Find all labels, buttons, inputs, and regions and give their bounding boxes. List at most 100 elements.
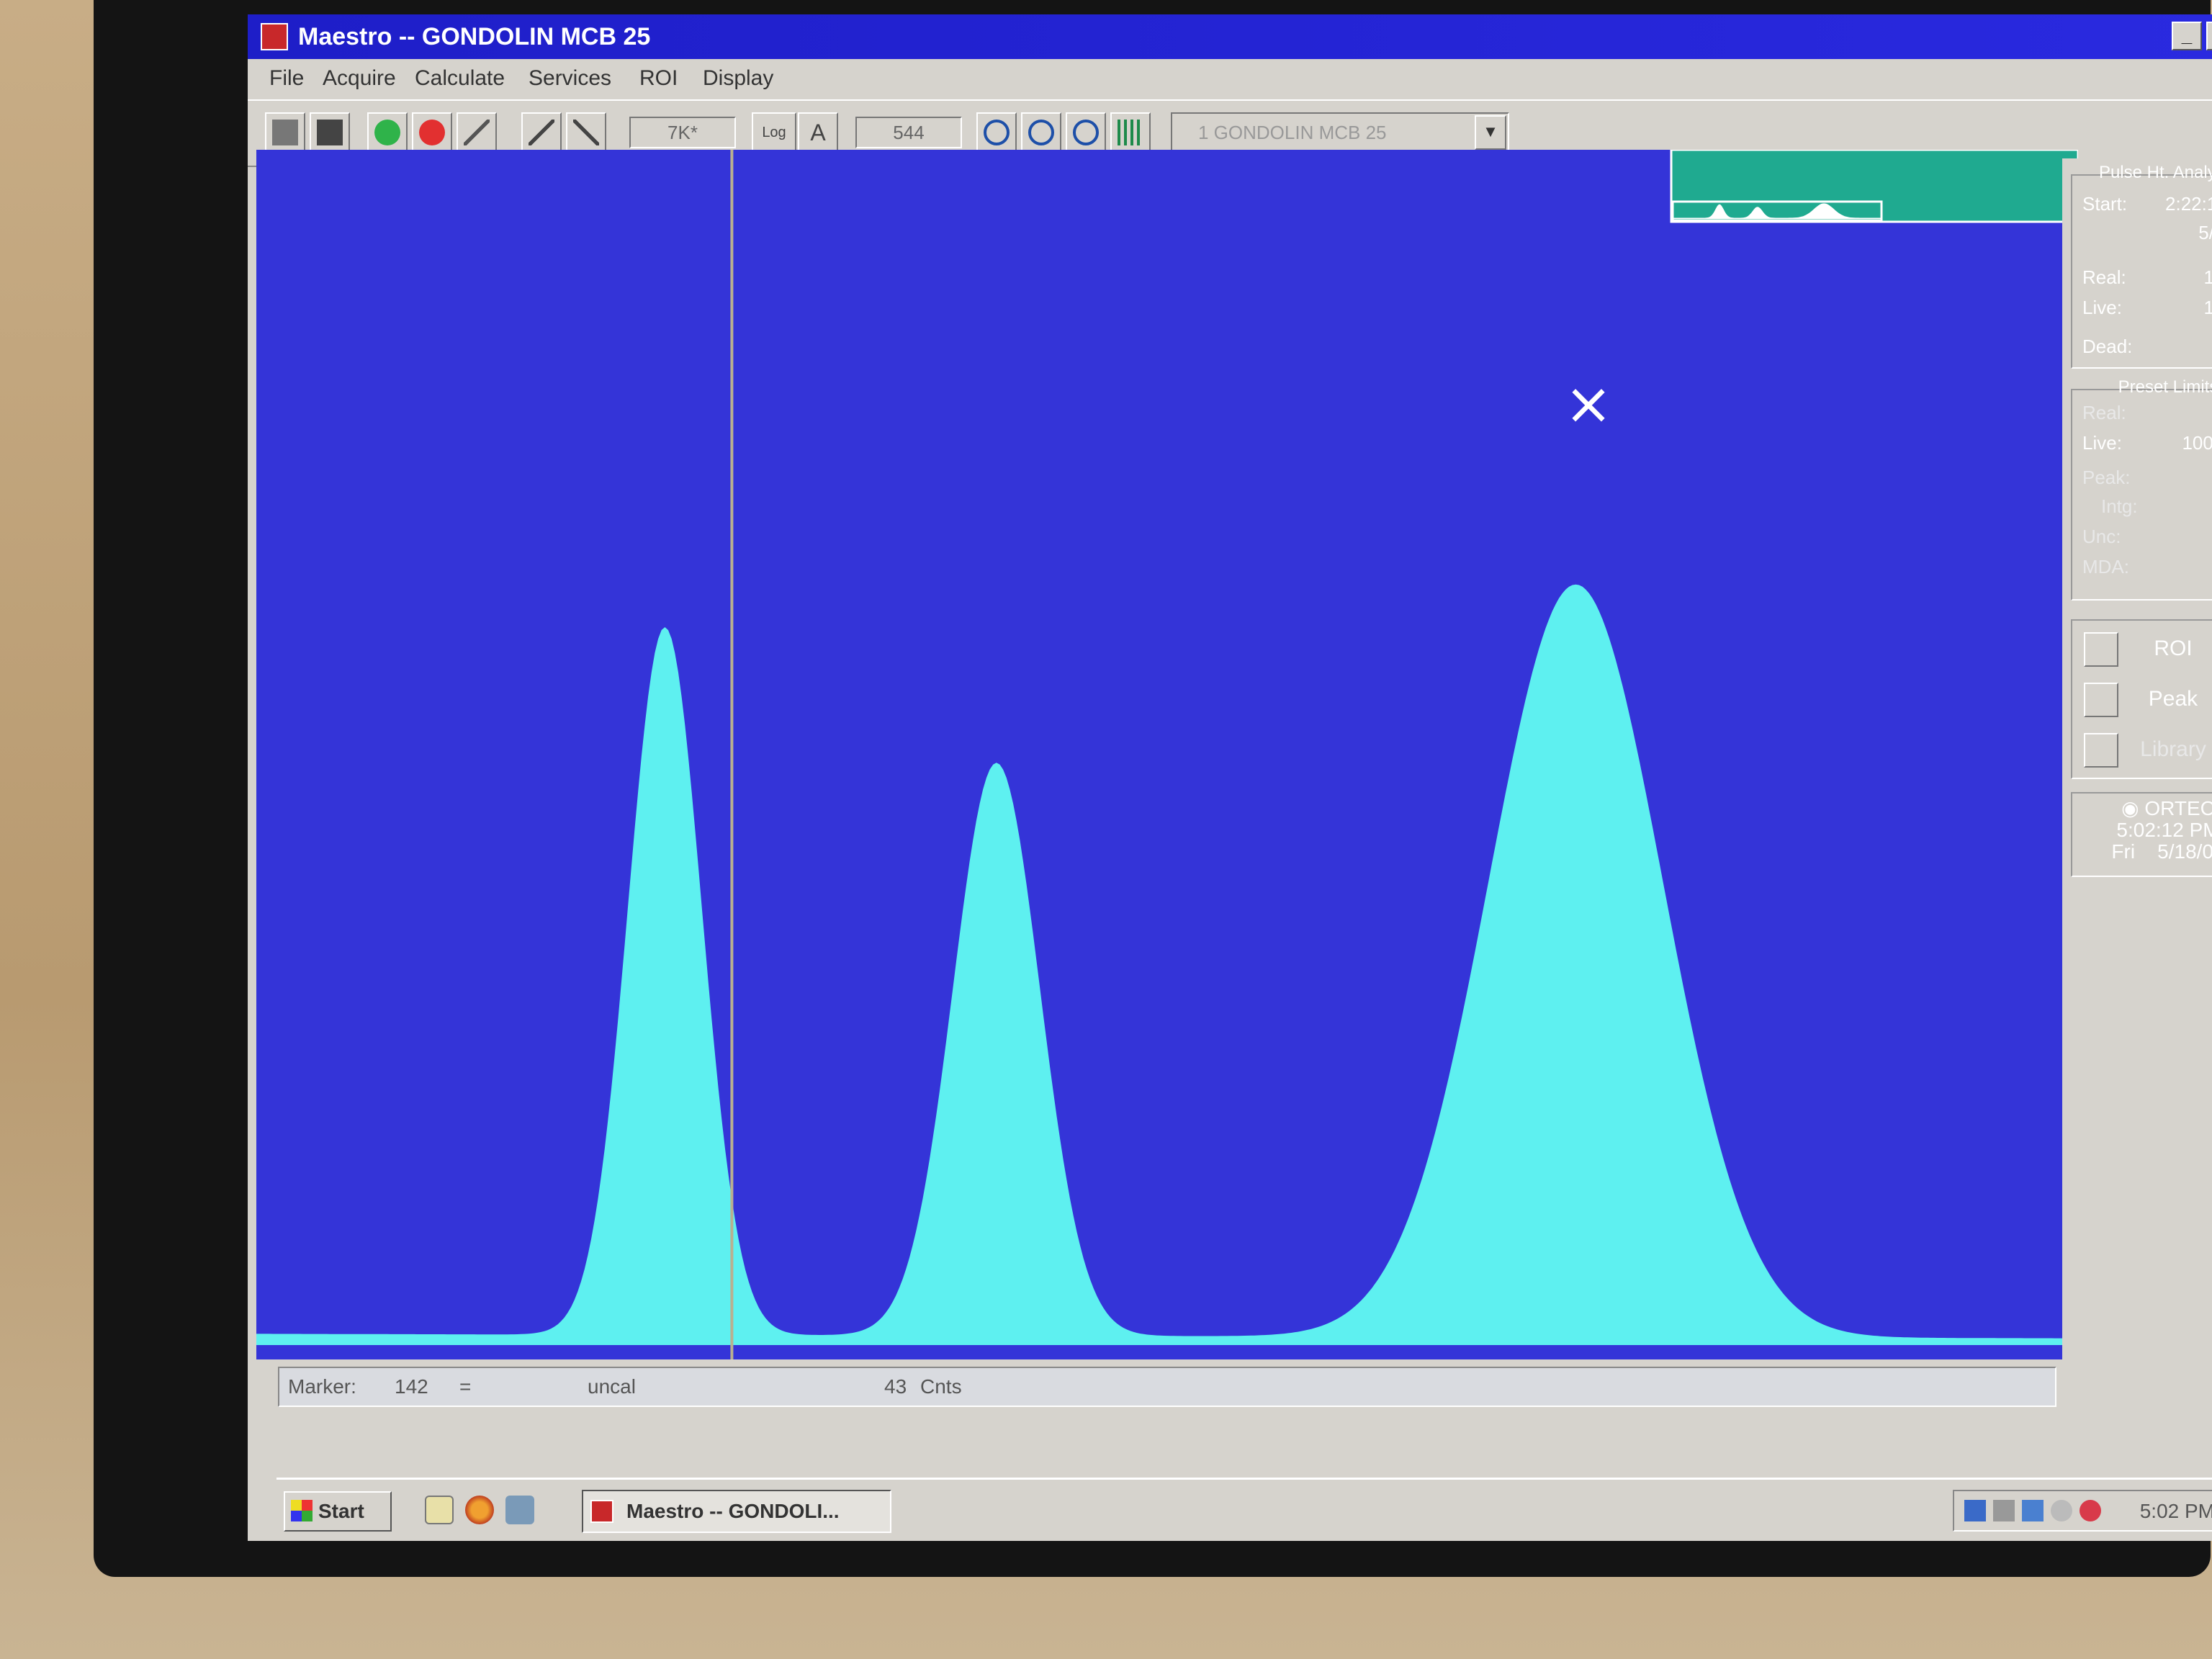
log-scale-button[interactable]: Log: [752, 112, 796, 153]
real-time-label: Real:: [2082, 266, 2126, 288]
antivirus-tray-icon[interactable]: [2080, 1500, 2101, 1521]
menu-bar: File Acquire Calculate Services ROI Disp…: [248, 59, 2212, 99]
open-file-button[interactable]: [265, 112, 305, 153]
desktop-quicklaunch-icon[interactable]: [505, 1496, 534, 1524]
baseline-zoom-button[interactable]: [1110, 112, 1151, 153]
display-tray-icon[interactable]: [2022, 1500, 2044, 1521]
go-icon: [374, 120, 400, 145]
crosshair-icon: [1073, 120, 1099, 145]
menu-display[interactable]: Display: [703, 66, 773, 91]
clear-roi-button[interactable]: [566, 112, 606, 153]
drive-tray-icon[interactable]: [1993, 1500, 2015, 1521]
preset-title: Preset Limits: [2118, 377, 2212, 397]
zoom-in-button[interactable]: [976, 112, 1017, 153]
clear-icon: [464, 120, 490, 145]
clock-time: 5:02:12 PM: [2116, 819, 2212, 841]
maestro-task-icon: [590, 1500, 613, 1523]
vertical-scale-field[interactable]: 7K*: [629, 117, 736, 148]
marker-calibration: uncal: [588, 1375, 636, 1398]
notepad-quicklaunch-icon[interactable]: [425, 1496, 454, 1524]
start-date: 5/16/07: [2198, 222, 2212, 243]
ortec-brand: ORTEC: [2144, 797, 2212, 819]
stop-icon: [419, 120, 445, 145]
window-title-bar[interactable]: Maestro -- GONDOLIN MCB 25 _ □ ×: [248, 14, 2212, 59]
mouse-cursor: ×: [1564, 370, 1612, 437]
spectrum-plot[interactable]: ×: [256, 150, 2078, 1359]
library-previous-button[interactable]: [2084, 733, 2118, 768]
marker-status-bar: Marker: 142 = uncal 43 Cnts: [278, 1367, 2056, 1407]
system-tray: 5:02 PM: [1953, 1490, 2212, 1532]
marker-counts: 43: [884, 1375, 907, 1398]
clock-day-date: Fri 5/18/07: [2072, 841, 2212, 863]
preset-real-label: Real:: [2082, 402, 2126, 423]
preset-live-value: 100.00: [2182, 432, 2212, 454]
auto-scale-button[interactable]: A: [798, 112, 838, 153]
ortec-logo: ◉ ORTEC: [2072, 798, 2212, 819]
zoom-out-button[interactable]: [1021, 112, 1061, 153]
analysis-title: Pulse Ht. Analysis: [2098, 163, 2212, 182]
start-label: Start:: [2082, 193, 2128, 215]
zoom-in-icon: [984, 120, 1010, 145]
ortec-icon: ◉: [2121, 797, 2145, 819]
save-file-button[interactable]: [310, 112, 350, 153]
menu-acquire[interactable]: Acquire: [323, 66, 396, 91]
detector-select[interactable]: 1 GONDOLIN MCB 25 ▼: [1171, 112, 1509, 153]
preset-live-label: Live:: [2082, 432, 2122, 454]
roi-clear-icon: [573, 120, 599, 145]
monitor-frame: Maestro -- GONDOLIN MCB 25 _ □ × File Ac…: [0, 0, 2212, 1659]
maximize-button[interactable]: □: [2206, 22, 2212, 50]
marker-label: Marker:: [288, 1375, 356, 1398]
marker-channel: 142: [395, 1375, 428, 1398]
acquisition-clock: ◉ ORTEC 5:02:12 PM Fri 5/18/07: [2071, 792, 2212, 877]
peak-previous-button[interactable]: [2084, 683, 2118, 717]
spectrum-window[interactable]: ×: [256, 150, 2078, 1359]
folder-icon: [272, 120, 298, 145]
mark-roi-button[interactable]: [521, 112, 562, 153]
preset-unc-label: Unc:: [2082, 526, 2121, 547]
roi-nav-label: ROI: [2154, 637, 2193, 660]
menu-roi[interactable]: ROI: [639, 66, 678, 91]
clear-spectrum-button[interactable]: [457, 112, 497, 153]
navigation-panel: ROI Peak Library: [2071, 619, 2212, 779]
roi-mark-icon: [529, 120, 554, 145]
detector-select-value: 1 GONDOLIN MCB 25: [1198, 122, 1387, 143]
start-button[interactable]: Start: [284, 1491, 392, 1532]
spectrum-background: [256, 150, 2078, 1359]
minimize-button[interactable]: _: [2172, 22, 2202, 50]
clock-day: Fri: [2111, 840, 2136, 863]
roi-previous-button[interactable]: [2084, 632, 2118, 667]
window-controls: _ □ ×: [2172, 22, 2212, 50]
taskbar-item-maestro[interactable]: Maestro -- GONDOLI...: [582, 1490, 891, 1533]
marker-equals: =: [459, 1375, 472, 1398]
clock-date: 5/18/07: [2157, 840, 2212, 863]
floppy-disk-icon: [317, 120, 343, 145]
menu-file[interactable]: File: [269, 66, 304, 91]
screen: Maestro -- GONDOLIN MCB 25 _ □ × File Ac…: [248, 14, 2212, 1541]
menu-services[interactable]: Services: [529, 66, 611, 91]
chevron-down-icon[interactable]: ▼: [1475, 115, 1506, 150]
dead-time-label: Dead:: [2082, 336, 2133, 357]
marker-counts-unit: Cnts: [920, 1375, 962, 1398]
search-tray-icon[interactable]: [2051, 1500, 2072, 1521]
start-acquire-button[interactable]: [367, 112, 408, 153]
peak-nav-label: Peak: [2148, 687, 2198, 711]
window-title: Maestro -- GONDOLIN MCB 25: [298, 23, 651, 50]
menu-calculate[interactable]: Calculate: [415, 66, 505, 91]
start-time: 2:22:16 PM: [2165, 193, 2212, 215]
windows-logo-icon: [291, 1500, 313, 1521]
task-label: Maestro -- GONDOLI...: [626, 1500, 840, 1522]
start-label: Start: [318, 1500, 364, 1522]
center-button[interactable]: [1066, 112, 1106, 153]
maestro-app-icon[interactable]: [261, 23, 288, 50]
horizontal-scale-field[interactable]: 544: [855, 117, 962, 148]
taskbar: Start Maestro -- GONDOLI... 5:02 PM: [276, 1478, 2212, 1541]
preset-mda-label: MDA:: [2082, 556, 2129, 577]
firefox-quicklaunch-icon[interactable]: [465, 1496, 494, 1524]
live-time-value: 100.00: [2203, 297, 2212, 318]
monitor-bezel: Maestro -- GONDOLIN MCB 25 _ □ × File Ac…: [94, 0, 2212, 1577]
network-tray-icon[interactable]: [1964, 1500, 1986, 1521]
full-spectrum-inset[interactable]: [1670, 150, 2078, 223]
stop-acquire-button[interactable]: [412, 112, 452, 153]
taskbar-clock: 5:02 PM: [2139, 1500, 2212, 1522]
preset-peak-label: Peak:: [2082, 467, 2131, 488]
